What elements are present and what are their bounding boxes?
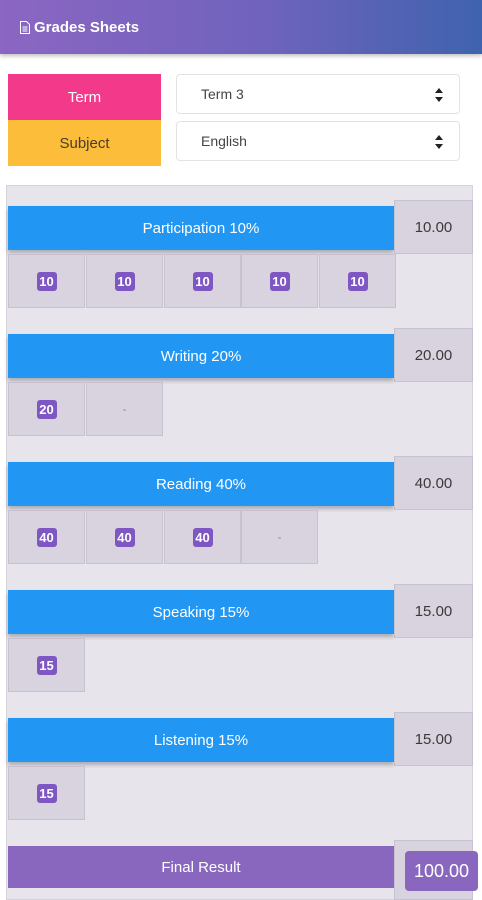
page-title: Grades Sheets: [34, 18, 140, 36]
mark-cell[interactable]: 20: [8, 382, 85, 436]
category-header: Speaking 15%: [8, 590, 394, 634]
mark-badge: 40: [36, 527, 57, 547]
mark-cell[interactable]: 10: [86, 254, 163, 308]
subject-select-value: English: [201, 133, 247, 149]
category-header: Writing 20%: [8, 334, 394, 378]
mark-badge: 10: [114, 271, 135, 291]
mark-cell[interactable]: 15: [8, 638, 85, 692]
final-result-score: 100.00: [405, 851, 478, 891]
category-header: Participation 10%: [8, 206, 394, 250]
category-score: 15.00: [394, 712, 473, 766]
subject-select[interactable]: English: [176, 121, 460, 161]
category-score: 10.00: [394, 200, 473, 254]
mark-cell[interactable]: 10: [8, 254, 85, 308]
category-header: Listening 15%: [8, 718, 394, 762]
mark-cell[interactable]: -: [241, 510, 318, 564]
mark-badge: 10: [269, 271, 290, 291]
category-score: 40.00: [394, 456, 473, 510]
mark-cell[interactable]: 10: [241, 254, 318, 308]
mark-badge: 15: [36, 655, 57, 675]
mark-cell[interactable]: 40: [8, 510, 85, 564]
empty-mark: -: [122, 402, 127, 416]
mark-cell[interactable]: 40: [164, 510, 241, 564]
mark-badge: 15: [36, 783, 57, 803]
document-icon: [20, 20, 30, 34]
mark-badge: 40: [114, 527, 135, 547]
subject-label: Subject: [8, 120, 161, 166]
term-select-value: Term 3: [201, 86, 244, 102]
term-select[interactable]: Term 3: [176, 74, 460, 114]
mark-cell[interactable]: -: [86, 382, 163, 436]
mark-badge: 10: [36, 271, 57, 291]
final-result-label: Final Result: [8, 846, 394, 888]
mark-badge: 40: [192, 527, 213, 547]
category-score: 15.00: [394, 584, 473, 638]
category-score: 20.00: [394, 328, 473, 382]
sort-arrows-icon: [435, 88, 443, 102]
mark-badge: 10: [347, 271, 368, 291]
sort-arrows-icon: [435, 135, 443, 149]
mark-badge: 10: [192, 271, 213, 291]
term-label: Term: [8, 74, 161, 120]
mark-cell[interactable]: 10: [164, 254, 241, 308]
mark-cell[interactable]: 40: [86, 510, 163, 564]
mark-cell[interactable]: 15: [8, 766, 85, 820]
mark-cell[interactable]: 10: [319, 254, 396, 308]
category-header: Reading 40%: [8, 462, 394, 506]
mark-badge: 20: [36, 399, 57, 419]
empty-mark: -: [277, 530, 282, 544]
app-header: Grades Sheets: [0, 0, 482, 54]
